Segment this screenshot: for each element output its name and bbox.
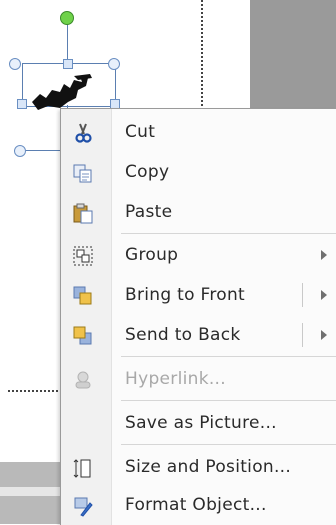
menu-item-label: Cut [125, 122, 156, 142]
resize-handle-bottom-left[interactable] [14, 145, 26, 157]
group-icon [73, 246, 93, 266]
menu-item-label: Save as Picture... [125, 413, 277, 433]
menu-item-label: Hyperlink... [125, 369, 226, 389]
menu-item-bring-to-front[interactable]: Bring to Front [61, 277, 336, 313]
menu-item-send-to-back[interactable]: Send to Back [61, 317, 336, 353]
menu-item-paste[interactable]: Paste [61, 194, 336, 230]
scissors-icon [75, 123, 92, 143]
menu-separator [121, 444, 336, 445]
context-menu: Cut Copy Paste Group Bring to Front Send… [60, 108, 336, 525]
menu-item-format-object[interactable]: Format Object... [61, 487, 336, 523]
resize-handle-top-left[interactable] [9, 58, 21, 70]
menu-item-label: Send to Back [125, 325, 241, 345]
resize-handle-left[interactable] [17, 99, 27, 109]
copy-icon [73, 164, 92, 183]
menu-item-save-as-picture[interactable]: Save as Picture... [61, 405, 336, 441]
size-position-icon [73, 459, 91, 478]
paste-icon [73, 203, 93, 224]
menu-item-label: Group [125, 245, 179, 265]
submenu-arrow-icon[interactable] [321, 330, 327, 340]
menu-item-cut[interactable]: Cut [61, 114, 336, 150]
split-divider [302, 283, 303, 307]
menu-item-label: Size and Position... [125, 457, 292, 477]
format-object-icon [74, 497, 93, 517]
menu-item-label: Paste [125, 202, 173, 222]
menu-separator [121, 356, 336, 357]
menu-item-label: Bring to Front [125, 285, 246, 305]
menu-item-size-and-position[interactable]: Size and Position... [61, 449, 336, 485]
bring-to-front-icon [73, 286, 92, 305]
menu-item-label: Copy [125, 162, 170, 182]
rotation-handle[interactable] [60, 11, 74, 25]
menu-item-group[interactable]: Group [61, 237, 336, 273]
clipart-shape[interactable] [30, 72, 100, 112]
submenu-arrow-icon[interactable] [321, 290, 327, 300]
split-divider [302, 323, 303, 347]
send-to-back-icon [73, 326, 92, 345]
resize-handle-top-right[interactable] [108, 58, 120, 70]
resize-handle-top[interactable] [63, 59, 73, 69]
rotation-stem [67, 23, 68, 63]
menu-item-copy[interactable]: Copy [61, 154, 336, 190]
menu-item-label: Format Object... [125, 495, 267, 515]
menu-item-hyperlink: Hyperlink... [61, 361, 336, 397]
hyperlink-icon [75, 371, 91, 389]
menu-separator [121, 400, 336, 401]
submenu-arrow-icon[interactable] [321, 250, 327, 260]
slide-guide-horizontal [8, 390, 66, 392]
menu-separator [121, 233, 336, 234]
